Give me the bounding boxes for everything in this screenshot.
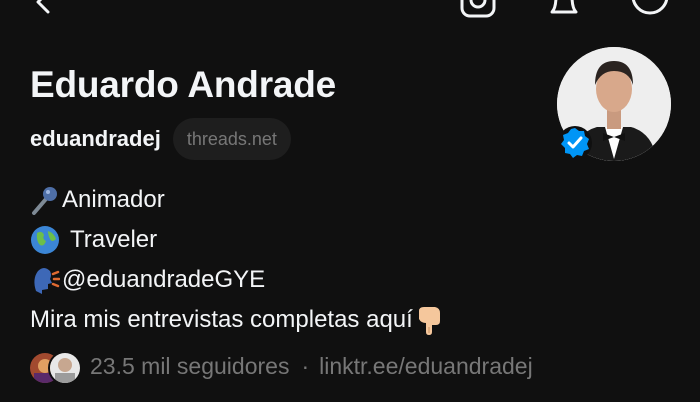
bio-text-4: Mira mis entrevistas completas aquí [30, 306, 413, 333]
follower-avatar [48, 351, 82, 385]
microphone-icon [30, 185, 60, 215]
bio-line-4: Mira mis entrevistas completas aquí [30, 300, 447, 340]
profile-link[interactable]: linktr.ee/eduandradej [319, 353, 533, 380]
bio-text-1: Animador [62, 186, 165, 213]
meta-separator: · [301, 352, 310, 379]
profile-meta: 23.5 mil seguidores · linktr.ee/eduandra… [28, 346, 533, 386]
bio-text-2: Traveler [70, 226, 158, 253]
instagram-icon[interactable] [458, 0, 498, 20]
pointing-down-hand-icon [415, 305, 445, 335]
domain-pill[interactable]: threads.net [172, 118, 291, 160]
username: eduandradej [30, 126, 161, 151]
menu-icon[interactable] [628, 0, 668, 20]
bio: Animador Traveler @eduandradeGYE Mira mi… [30, 180, 447, 340]
handle-row: eduandradej threads.net [30, 117, 291, 161]
back-arrow-icon[interactable] [30, 0, 58, 16]
profile-name: Eduardo Andrade [30, 64, 337, 105]
globe-icon [30, 225, 60, 255]
verified-badge-icon [558, 126, 592, 160]
bell-icon[interactable] [544, 0, 584, 20]
bio-line-2: Traveler [30, 220, 447, 260]
followers-count[interactable]: 23.5 mil seguidores [90, 353, 289, 380]
bio-line-1: Animador [30, 180, 447, 220]
bio-line-3: @eduandradeGYE [30, 260, 447, 300]
follower-avatars[interactable] [28, 350, 82, 385]
bio-text-3[interactable]: @eduandradeGYE [62, 260, 265, 300]
profile-avatar[interactable] [557, 47, 671, 161]
top-bar [0, 0, 700, 26]
speaking-head-icon [30, 265, 60, 295]
